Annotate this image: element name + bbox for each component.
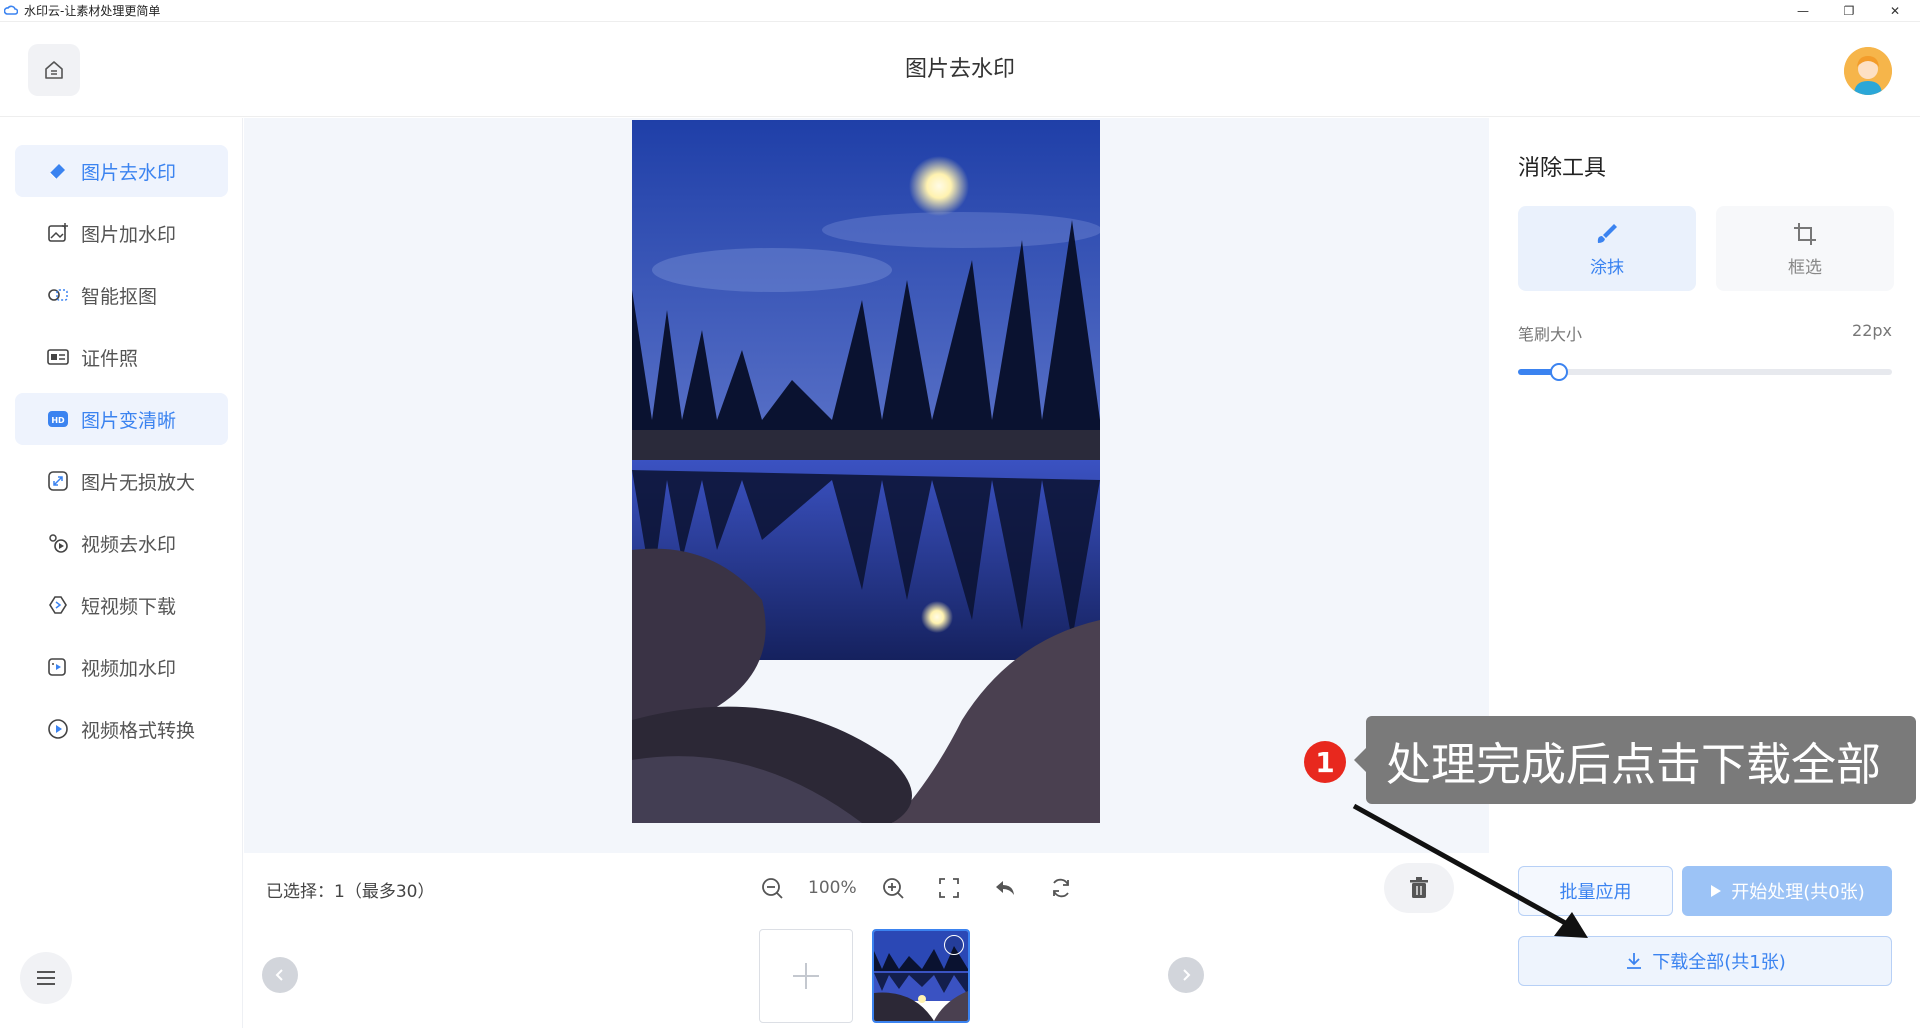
canvas-toolbar: 已选择：1（最多30） 100% [244,853,1489,1028]
app-cloud-icon [4,5,18,15]
user-avatar-icon [1844,47,1892,95]
add-image-button[interactable] [759,929,853,1023]
crop-icon [1792,219,1818,249]
sidebar-item-id-photo[interactable]: 证件照 [15,331,228,383]
chevron-right-icon [1183,969,1191,981]
undo-icon [995,881,1014,895]
window-titlebar: 水印云-让素材处理更简单 — ❐ ✕ [0,0,1920,22]
zoom-controls: 100% [744,871,1089,905]
sidebar-item-label: 智能抠图 [81,285,158,308]
brush-size-slider[interactable] [1518,363,1892,381]
expand-icon [45,468,71,494]
brush-icon [1594,219,1620,249]
reset-button[interactable] [1044,871,1078,905]
sidebar-item-short-video-download[interactable]: 短视频下载 [15,579,228,631]
id-card-icon [45,344,71,370]
sidebar-item-label: 证件照 [81,347,139,370]
menu-icon [37,971,55,985]
sidebar-item-video-format-convert[interactable]: 视频格式转换 [15,703,228,755]
lake-photo-image [632,120,1100,823]
sidebar-item-label: 视频格式转换 [81,719,196,742]
image-canvas[interactable] [244,118,1489,853]
sidebar-item-image-add-watermark[interactable]: 图片加水印 [15,207,228,259]
preview-image[interactable] [632,120,1100,823]
sidebar-item-label: 视频加水印 [81,657,177,680]
selected-count: 已选择：1（最多30） [266,882,435,902]
tool-label: 框选 [1788,258,1822,278]
play-icon [1711,885,1722,897]
eraser-icon [45,158,71,184]
download-all-label: 下载全部(共1张) [1652,952,1786,973]
zoom-out-button[interactable] [755,871,789,905]
sidebar-item-smart-cutout[interactable]: 智能抠图 [15,269,228,321]
sidebar-item-label: 短视频下载 [81,595,177,618]
image-thumbnail[interactable] [872,929,970,1023]
play-circle-icon [45,716,71,742]
sidebar-item-lossless-upscale[interactable]: 图片无损放大 [15,455,228,507]
fit-screen-button[interactable] [932,871,966,905]
page-title: 图片去水印 [904,57,1015,82]
plus-icon [793,963,819,989]
undo-button[interactable] [988,871,1022,905]
sidebar-item-label: 视频去水印 [81,533,177,556]
avatar[interactable] [1844,47,1892,95]
minimize-button[interactable]: — [1780,0,1826,22]
tutorial-callout: 处理完成后点击下载全部 [1354,716,1916,804]
chevron-left-icon [275,969,283,981]
svg-text:HD: HD [51,416,65,425]
sidebar-item-image-remove-watermark[interactable]: 图片去水印 [15,145,228,197]
sidebar-item-video-remove-watermark[interactable]: 视频去水印 [15,517,228,569]
select-check-icon[interactable] [944,935,964,955]
video-eraser-icon [45,530,71,556]
start-process-button[interactable]: 开始处理(共0张) [1682,866,1892,916]
tool-label: 涂抹 [1590,258,1624,278]
window-title: 水印云-让素材处理更简单 [24,4,161,18]
zoom-level: 100% [808,878,857,898]
hd-icon: HD [45,406,71,432]
video-add-icon [45,654,71,680]
sidebar-item-label: 图片去水印 [81,161,177,184]
fullscreen-icon [938,878,959,898]
sidebar-item-label: 图片变清晰 [81,409,177,432]
pointer-arrow-icon [1352,803,1588,938]
cutout-icon [45,282,71,308]
slider-handle[interactable] [1550,363,1569,381]
start-process-label: 开始处理(共0张) [1731,882,1865,903]
zoom-in-button[interactable] [876,871,910,905]
download-icon [1627,953,1642,969]
sidebar-item-label: 图片加水印 [81,223,177,246]
close-button[interactable]: ✕ [1872,0,1918,22]
brush-size-label: 笔刷大小 [1518,325,1583,344]
smear-tool-button[interactable]: 涂抹 [1518,206,1696,291]
zoom-out-icon [762,878,783,899]
sidebar: 图片去水印 图片加水印 智能抠图 证件照 HD 图片变清晰 图片无损放大 视频去… [0,118,243,1028]
prev-image-button[interactable] [262,957,298,993]
brush-size-value: 22px [1852,321,1892,340]
panel-title: 消除工具 [1518,156,1607,181]
zoom-in-icon [882,878,904,899]
menu-button[interactable] [20,952,72,1004]
image-add-icon [45,220,71,246]
next-image-button[interactable] [1168,957,1204,993]
app-header: 图片去水印 [0,22,1920,117]
refresh-icon [1052,878,1069,898]
step-badge: 1 [1304,741,1346,783]
restore-button[interactable]: ❐ [1826,0,1872,22]
link-icon [45,592,71,618]
box-select-tool-button[interactable]: 框选 [1716,206,1894,291]
sidebar-item-image-enhance[interactable]: HD 图片变清晰 [15,393,228,445]
sidebar-item-label: 图片无损放大 [81,471,196,494]
sidebar-item-video-add-watermark[interactable]: 视频加水印 [15,641,228,693]
